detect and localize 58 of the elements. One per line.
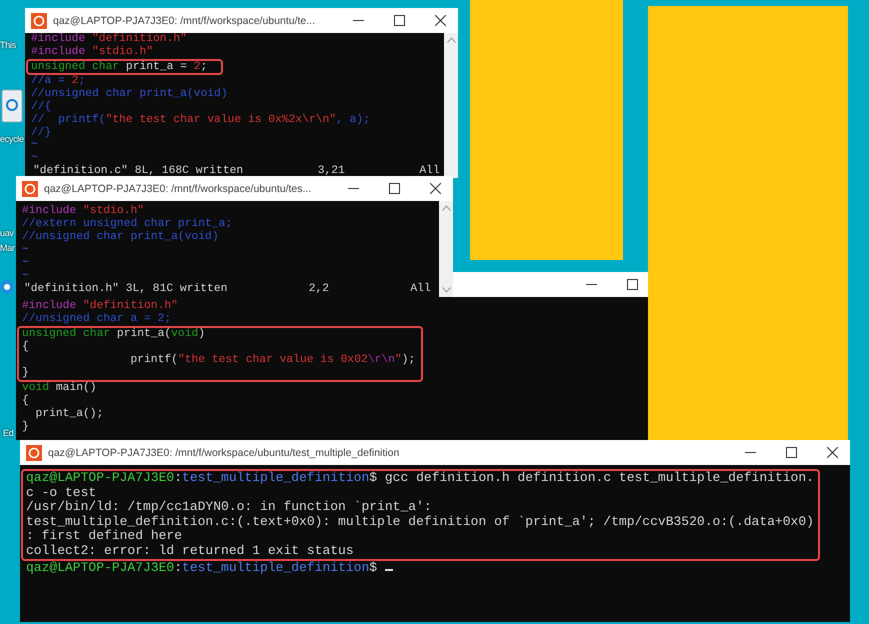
app-icon: [26, 444, 42, 460]
code-line: //extern unsigned char print_a;: [21, 218, 234, 230]
maximize-icon[interactable]: [389, 183, 400, 194]
window-title: qaz@LAPTOP-PJA7J3E0: /mnt/f/workspace/ubuntu/test_multiple_definition: [48, 446, 400, 458]
app-icon: [22, 180, 38, 196]
desktop-icon-label[interactable]: ecycle: [0, 134, 24, 144]
code-line: ~: [30, 152, 39, 164]
cursor-position: 2,2: [308, 283, 330, 296]
status-message: "definition.h" 3L, 81C written: [24, 283, 228, 296]
code-line: ~: [21, 270, 30, 282]
maximize-icon[interactable]: [394, 15, 405, 26]
highlighted-code-line: }: [17, 367, 424, 382]
desktop-icon-label[interactable]: uav: [0, 228, 14, 238]
code-line: #include "stdio.h": [21, 205, 146, 218]
desktop-icon-label[interactable]: This: [0, 40, 16, 50]
code-line: #include "stdio.h": [30, 46, 154, 59]
scrollbar[interactable]: [444, 33, 458, 178]
code-line: print_a();: [34, 408, 104, 421]
code-line: ~: [30, 139, 39, 152]
recycle-bin-icon[interactable]: [1, 88, 23, 124]
code-line: #include "definition.h": [30, 33, 188, 46]
code-line: #include "definition.h": [21, 300, 179, 312]
window-title: qaz@LAPTOP-PJA7J3E0: /mnt/f/workspace/ubuntu/tes...: [44, 182, 312, 194]
scroll-indicator: All: [419, 164, 440, 178]
code-line: //{: [30, 100, 52, 114]
close-icon[interactable]: [827, 447, 838, 458]
window-title: qaz@LAPTOP-PJA7J3E0: /mnt/f/workspace/ubuntu/te...: [53, 14, 316, 26]
close-icon[interactable]: [430, 183, 441, 194]
status-message: "definition.c" 8L, 168C written: [33, 164, 244, 178]
highlighted-code-line: printf("the test char value is 0x02\r\n");: [17, 354, 424, 367]
highlighted-code-line: {: [17, 341, 424, 354]
code-line: }: [21, 421, 30, 434]
highlighted-code-line: collect2: error: ld returned 1 exit status: [21, 544, 820, 561]
code-line: //}: [30, 126, 52, 140]
highlighted-code-line: unsigned char print_a(void): [17, 326, 424, 341]
desktop-icon-label[interactable]: Ed: [3, 428, 14, 438]
code-line: //unsigned char print_a(void): [30, 88, 229, 100]
code-line: // printf("the test char value is 0x%2x\r\n", a);: [30, 114, 371, 126]
highlighted-code-line: c -o test: [21, 486, 820, 500]
highlighted-code-line: /usr/bin/ld: /tmp/cc1aDYN0.o: in function `print_a':: [21, 500, 820, 515]
code-line: ~: [21, 257, 30, 270]
code-line: void main(): [21, 382, 98, 394]
highlighted-code-line: : first defined here: [21, 529, 820, 544]
code-line: //unsigned char a = 2;: [21, 313, 172, 326]
maximize-icon[interactable]: [786, 447, 797, 458]
command-prompt: qaz@LAPTOP-PJA7J3E0:test_multiple_definition$: [21, 560, 395, 576]
app-icon: [31, 12, 47, 28]
code-line: //a = 2;: [30, 75, 86, 88]
desktop-icon-label[interactable]: Mar: [0, 243, 15, 253]
cursor-position: 3,21: [318, 164, 346, 178]
maximize-icon[interactable]: [627, 279, 638, 290]
code-line: {: [21, 395, 30, 408]
scroll-indicator: All: [410, 283, 431, 296]
highlighted-code-line: qaz@LAPTOP-PJA7J3E0:test_multiple_definition$ gcc definition.h definition.c test_multiple_definition.: [21, 469, 820, 486]
highlighted-code-line: test_multiple_definition.c:(.text+0x0): multiple definition of `print_a'; /tmp/ccvB3520.o:(.data+0x0): [21, 514, 820, 530]
code-line: //unsigned char print_a(void): [21, 231, 220, 244]
code-line: ~: [21, 244, 30, 257]
close-icon[interactable]: [435, 15, 446, 26]
